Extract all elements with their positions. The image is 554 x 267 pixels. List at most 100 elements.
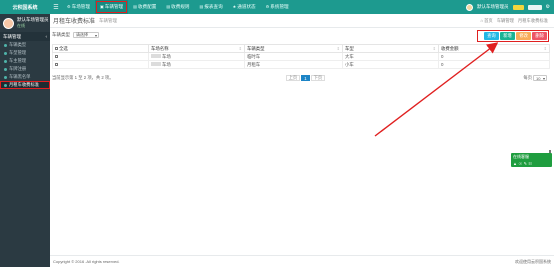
pagination-summary: 当前显示第 1 至 2 项，共 2 项。 <box>52 75 114 80</box>
user-name[interactable]: 默认车场管理员 <box>477 4 509 10</box>
sidebar-item-plate-register[interactable]: 车牌注册 <box>0 65 50 73</box>
sort-icon: ⇕ <box>432 45 436 51</box>
column-vehicle-type[interactable]: 车辆类型 ⇕ <box>244 44 343 53</box>
select-all-header[interactable]: 全选 <box>52 44 149 53</box>
brand-title: 云积国系统 <box>12 4 38 11</box>
sidebar-item-label: 车辆类型 <box>9 42 27 47</box>
header-label: 全选 <box>59 45 68 51</box>
nav-fee-rules[interactable]: ▤收费规则 <box>161 0 194 14</box>
sort-icon: ⇕ <box>543 45 547 51</box>
redacted-text <box>151 62 161 67</box>
nav-fee-config[interactable]: ▤收费配置 <box>128 0 161 14</box>
checkbox[interactable] <box>55 46 58 50</box>
fee-cell: 0 <box>438 60 550 69</box>
redacted-badge <box>512 4 524 10</box>
nav-vehicle-management[interactable]: ▣车辆管理 <box>94 0 129 14</box>
gear-icon: ⚙ <box>67 4 71 9</box>
column-park-name[interactable]: 车场名称 ⇕ <box>148 44 245 53</box>
tab-vehicle-management[interactable]: 车辆管理 <box>99 18 117 24</box>
nav-parking-management[interactable]: ⚙车场管理 <box>62 0 95 14</box>
widget-title: 在线客服 <box>513 154 529 159</box>
avatar[interactable] <box>3 17 14 29</box>
menu-toggle-icon[interactable]: ☰ <box>50 4 62 11</box>
table-header-row: 全选 车场名称 ⇕ 车辆类型 ⇕ 车型 ⇕ 收费金额 ⇕ <box>52 44 550 53</box>
breadcrumb-section[interactable]: 车辆管理 <box>497 18 514 24</box>
sort-icon: ⇕ <box>336 45 340 51</box>
nav-reports[interactable]: ▤报表查询 <box>195 0 228 14</box>
sidebar: 默认车场管理员 在线 车辆管理 ‹ 车辆类型 车型管理 车主管理 车牌注册 车辆… <box>0 14 50 267</box>
per-page-select[interactable]: 10 ▾ <box>533 75 547 81</box>
redacted-field <box>527 4 542 10</box>
table-row[interactable]: 车场 临时车 大车 0 <box>52 52 550 61</box>
header-label: 车辆类型 <box>247 45 265 51</box>
page-buttons: 上页 1 下页 <box>285 75 326 81</box>
user-avatar[interactable] <box>466 3 474 11</box>
park-cell: 车场 <box>148 60 245 69</box>
sidebar-item-label: 车辆黑名单 <box>9 74 31 79</box>
park-cell: 车场 <box>148 52 245 61</box>
edit-button[interactable]: 修改 <box>516 32 531 40</box>
column-fee[interactable]: 收费金额 ⇕ <box>438 44 550 53</box>
table-row[interactable]: 车场 月租车 小车 0 <box>52 60 550 69</box>
settings-icon[interactable]: ⚙ <box>546 4 550 10</box>
action-toolbar: 查询 新增 修改 删除 <box>484 32 547 40</box>
list-icon: ▤ <box>166 4 171 9</box>
page-title: 月租车收费标准 <box>53 19 96 25</box>
query-button[interactable]: 查询 <box>484 32 499 40</box>
cell-text: 车场 <box>162 53 171 59</box>
customer-service-widget[interactable]: 在线客服 ▲ ☉ ✎ ☷ <box>511 153 552 167</box>
checkbox[interactable] <box>55 63 58 67</box>
bullet-icon <box>4 51 7 55</box>
widget-edit-icon[interactable]: ✎ <box>524 161 527 166</box>
nav-label: 车辆管理 <box>104 4 124 9</box>
bullet-icon <box>4 43 7 47</box>
type-cell: 月租车 <box>244 60 343 69</box>
column-model[interactable]: 车型 ⇕ <box>342 44 439 53</box>
nav-label: 系统管理 <box>270 4 289 9</box>
filter-label: 车辆类型 <box>52 32 70 37</box>
footer-welcome: 欢迎使用云积国系统 <box>515 258 551 264</box>
breadcrumb-home[interactable]: 首页 <box>481 18 493 24</box>
star-icon: ★ <box>232 4 237 9</box>
sidebar-item-owner[interactable]: 车主管理 <box>0 57 50 65</box>
nav-label: 车场管理 <box>71 4 90 9</box>
cell-text: 车场 <box>162 61 171 67</box>
fee-table: 全选 车场名称 ⇕ 车辆类型 ⇕ 车型 ⇕ 收费金额 ⇕ 车场 临时车 大车 0 车场 … <box>52 44 550 69</box>
vehicle-type-select[interactable]: 请选择 ▾ <box>73 32 99 38</box>
car-icon: ▣ <box>99 4 104 9</box>
user-area: 默认车场管理员 ⚙ <box>466 3 554 11</box>
widget-up-icon[interactable]: ▲ <box>513 161 517 166</box>
profile-name: 默认车场管理员 <box>17 17 49 23</box>
row-checkbox-cell[interactable] <box>52 52 149 61</box>
nav-system-management[interactable]: ⚙系统管理 <box>261 0 294 14</box>
widget-menu-icon[interactable]: ☷ <box>528 161 532 166</box>
delete-button[interactable]: 删除 <box>532 32 547 40</box>
per-page-label: 每页 <box>523 75 532 80</box>
checkbox[interactable] <box>55 55 58 59</box>
chevron-down-icon: ‹ <box>45 34 48 39</box>
top-nav-bar: 云积国系统 ☰ ⚙车场管理 ▣车辆管理 ▤收费配置 ▤收费规则 ▤报表查询 ★通… <box>0 0 554 14</box>
bullet-icon <box>4 75 7 79</box>
sidebar-item-model[interactable]: 车型管理 <box>0 49 50 57</box>
nav-channel-status[interactable]: ★通道状态 <box>228 0 261 14</box>
widget-actions: ▲ ☉ ✎ ☷ <box>513 161 550 166</box>
main-content: 车辆类型 请选择 ▾ 查询 新增 修改 删除 全选 车场名称 ⇕ 车辆类型 ⇕ 车型… <box>52 30 550 84</box>
sidebar-item-blacklist[interactable]: 车辆黑名单 <box>0 73 50 81</box>
chevron-down-icon: ▾ <box>94 32 97 38</box>
per-page: 每页 10 ▾ <box>523 75 550 81</box>
row-checkbox-cell[interactable] <box>52 60 149 69</box>
prev-page-button[interactable]: 上页 <box>285 75 301 81</box>
add-button[interactable]: 新增 <box>500 32 515 40</box>
sidebar-menu-vehicle[interactable]: 车辆管理 ‹ <box>0 32 50 41</box>
model-cell: 大车 <box>342 52 439 61</box>
widget-search-icon[interactable]: ☉ <box>518 161 522 166</box>
bullet-icon <box>4 59 7 63</box>
redacted-text <box>151 54 161 59</box>
bullet-icon <box>4 67 7 71</box>
sidebar-item-vehicle-type[interactable]: 车辆类型 <box>0 41 50 49</box>
current-page-button[interactable]: 1 <box>301 75 310 81</box>
sidebar-profile: 默认车场管理员 在线 <box>0 14 50 32</box>
sidebar-item-monthly-fee[interactable]: 月租车收费标准 <box>0 81 50 89</box>
next-page-button[interactable]: 下页 <box>310 75 326 81</box>
breadcrumb: 首页 车辆管理 月租车收费标准 <box>481 18 554 24</box>
